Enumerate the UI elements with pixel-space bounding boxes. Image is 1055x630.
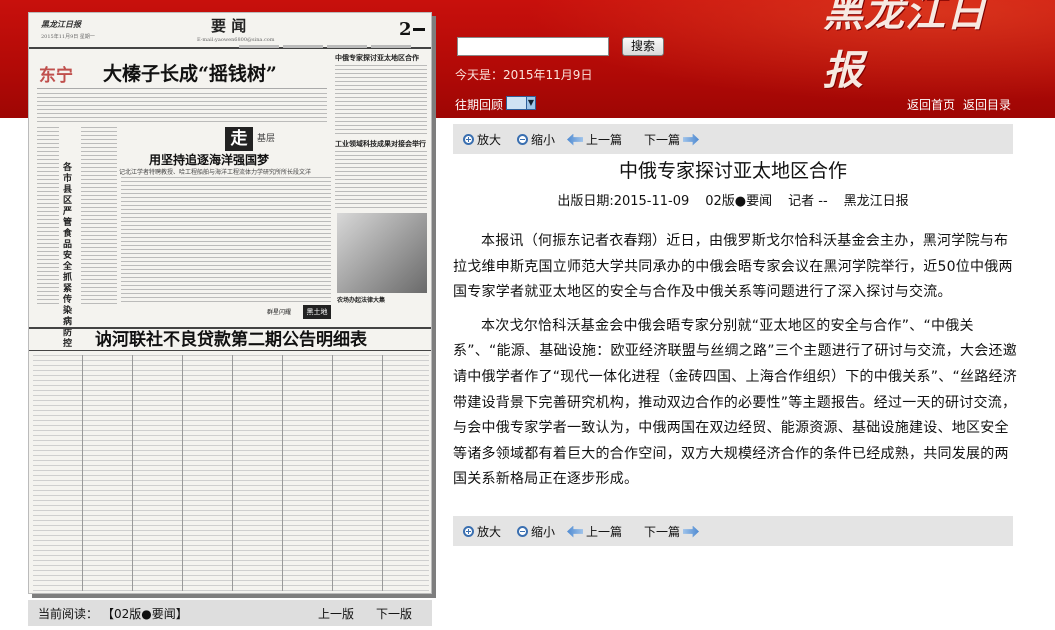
vertical-headline[interactable]: 各市县区严管食品安全抓紧传染病防控	[63, 163, 77, 350]
edition-pager: 当前阅读： 【02版●要闻】 上一版 下一版	[28, 600, 432, 626]
zoom-out-label: 缩小	[531, 525, 556, 539]
arrow-right-icon	[683, 525, 700, 538]
archive-date-picker[interactable]: ▼	[506, 96, 536, 110]
zou-word: 基层	[257, 134, 276, 144]
prev-article-label: 上一篇	[586, 525, 623, 539]
article-source: 黑龙江日报	[843, 194, 909, 209]
zoom-out-icon	[517, 134, 528, 145]
right-text-block	[335, 151, 427, 209]
prev-edition-link[interactable]: 上一版	[318, 605, 354, 622]
prev-article-button[interactable]: 上一篇	[567, 523, 622, 540]
next-article-button[interactable]: 下一篇	[644, 131, 700, 148]
article-meta: 出版日期:2015-11-09 02版●要闻 记者 -- 黑龙江日报	[453, 190, 1013, 209]
current-reading-value: 【02版●要闻】	[102, 607, 188, 621]
column-tag: 群星闪耀 黑土地	[267, 305, 331, 319]
masthead-logo: 黑龙江日报	[823, 0, 987, 94]
arrow-right-icon	[683, 133, 700, 146]
today-date: 今天是：2015年11月9日	[455, 68, 593, 82]
mid-story-title[interactable]: 用坚持追逐海洋强国梦	[149, 151, 269, 168]
prev-article-button[interactable]: 上一篇	[567, 131, 622, 148]
column-tag-right: 黑土地	[303, 305, 331, 319]
right-story-title[interactable]: 工业领域科技成果对接会举行	[335, 139, 426, 149]
side-story-title[interactable]: 中俄专家探讨亚太地区合作	[335, 53, 419, 63]
calendar-icon[interactable]	[507, 97, 527, 109]
zou-badge: 走	[225, 127, 253, 151]
next-article-label: 下一篇	[644, 525, 681, 539]
page-logo: 黑龙江日报	[41, 19, 81, 29]
newspaper-page-image[interactable]: 黑龙江日报 2015年11月9日 星期一 要 闻 E-mail:yaowen68…	[28, 12, 432, 594]
current-reading-label: 当前阅读：	[38, 607, 99, 621]
article-title: 中俄专家探讨亚太地区合作	[618, 160, 847, 182]
article-body: 本报讯（何振东记者衣春翔）近日，由俄罗斯戈尔恰科沃基金会主办，黑河学院与布拉戈维…	[453, 229, 1017, 501]
lead-story-area[interactable]: 东宁 大榛子长成“摇钱树”	[37, 53, 327, 89]
notice-table-title[interactable]: 讷河联社不良贷款第二期公告明细表	[29, 327, 431, 351]
search-input[interactable]	[457, 37, 609, 56]
article-toolbar-bottom: 放大 缩小 上一篇 下一篇	[453, 516, 1013, 546]
zoom-in-icon	[463, 526, 474, 537]
article-reporter: 记者 --	[788, 194, 828, 209]
page-header: 黑龙江日报 2015年11月9日 星期一 要 闻 E-mail:yaowen68…	[29, 13, 431, 49]
article-edition: 02版●要闻	[705, 194, 773, 209]
notice-table	[33, 355, 429, 591]
article-paragraph: 本次戈尔恰科沃基金会中俄会晤专家分别就“亚太地区的安全与合作”、“中俄关系”、“…	[453, 317, 1018, 488]
zoom-in-button[interactable]: 放大	[463, 523, 501, 540]
lead-place: 东宁	[39, 66, 73, 86]
page-number: 2	[399, 19, 425, 40]
chevron-down-icon[interactable]: ▼	[527, 97, 535, 109]
search-button[interactable]: 搜索	[622, 37, 664, 56]
zoom-in-button[interactable]: 放大	[463, 131, 501, 148]
page-date: 2015年11月9日 星期一	[41, 34, 95, 40]
arrow-left-icon	[567, 525, 583, 538]
next-edition-link[interactable]: 下一版	[376, 605, 412, 622]
column-tag-left: 群星闪耀	[267, 309, 292, 316]
home-link[interactable]: 返回首页	[907, 96, 955, 113]
mid-text-block	[121, 177, 331, 303]
page-section: 要 闻	[211, 17, 247, 35]
left-column-text-2	[81, 127, 117, 307]
left-column-text	[37, 127, 59, 307]
photo-caption[interactable]: 农场办起法律大集	[337, 295, 385, 304]
prev-article-label: 上一篇	[586, 133, 623, 147]
zoom-in-label: 放大	[477, 133, 502, 147]
lead-text-block	[37, 93, 327, 123]
mid-story-subtitle: 记北江学者特聘教授、哈工程船舶与海洋工程流体力学研究所所长段文洋	[119, 169, 312, 176]
zoom-in-label: 放大	[477, 525, 502, 539]
archive-label: 往期回顾	[455, 98, 504, 112]
zoom-in-icon	[463, 134, 474, 145]
arrow-left-icon	[567, 133, 583, 146]
article-paragraph: 本报讯（何振东记者衣春翔）近日，由俄罗斯戈尔恰科沃基金会主办，黑河学院与布拉戈维…	[453, 233, 1013, 301]
side-text-block	[335, 65, 427, 135]
next-article-label: 下一篇	[644, 133, 681, 147]
zoom-out-button[interactable]: 缩小	[517, 523, 555, 540]
news-photo	[337, 213, 427, 293]
article-toolbar-top: 放大 缩小 上一篇 下一篇	[453, 124, 1013, 154]
index-link[interactable]: 返回目录	[963, 96, 1011, 113]
page-contacts	[239, 37, 424, 48]
next-article-button[interactable]: 下一篇	[644, 523, 700, 540]
lead-title: 大榛子长成“摇钱树”	[103, 63, 277, 85]
zoom-out-label: 缩小	[531, 133, 556, 147]
article-date: 出版日期:2015-11-09	[557, 194, 690, 209]
zoom-out-button[interactable]: 缩小	[517, 131, 555, 148]
zoom-out-icon	[517, 526, 528, 537]
